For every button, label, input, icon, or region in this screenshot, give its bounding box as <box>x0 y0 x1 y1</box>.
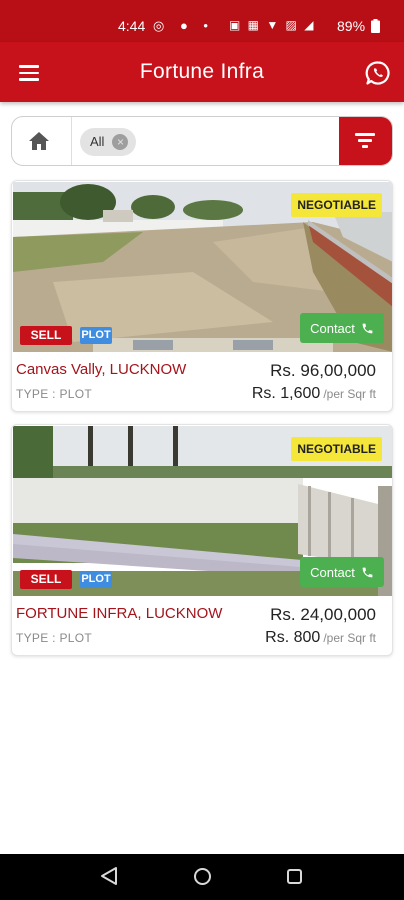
listing-type: TYPE : PLOT <box>16 631 92 645</box>
battery-level: 89% <box>337 18 380 34</box>
system-nav-bar <box>0 854 404 900</box>
sell-badge: SELL <box>20 570 72 589</box>
listing-rate: Rs. 800/per Sqr ft <box>265 629 376 647</box>
contact-button[interactable]: Contact <box>300 313 384 343</box>
home-button[interactable] <box>12 117 72 165</box>
app-title: Fortune Infra <box>139 60 265 83</box>
system-status-icons: ▣ ▦ ▼ ▨ ◢ <box>229 18 316 32</box>
chip-label: All <box>90 134 105 149</box>
negotiable-badge: NEGOTIABLE <box>291 193 382 217</box>
contact-button[interactable]: Contact <box>300 557 384 587</box>
contact-label: Contact <box>310 564 355 580</box>
recent-square-icon[interactable] <box>286 868 303 885</box>
listing-card[interactable]: NEGOTIABLE SELL PLOT Contact FORTUNE INF… <box>11 424 393 656</box>
home-icon <box>29 132 49 150</box>
contact-label: Contact <box>310 320 355 336</box>
listing-type: TYPE : PLOT <box>16 387 92 401</box>
phone-icon <box>362 567 373 577</box>
notification-icons: ◎ ● • <box>153 18 214 33</box>
rate-unit: /per Sqr ft <box>323 631 376 645</box>
chip-close-icon[interactable]: × <box>112 134 129 150</box>
battery-icon <box>370 19 380 33</box>
filter-icon-line <box>358 139 372 142</box>
phone-icon <box>362 323 373 333</box>
plot-badge: PLOT <box>80 327 112 344</box>
listing-rate: Rs. 1,600/per Sqr ft <box>252 385 376 403</box>
status-time: 4:44 <box>118 18 146 34</box>
battery-percent: 89% <box>337 18 366 34</box>
rate-value: Rs. 800 <box>265 629 321 646</box>
listing-title: Canvas Vally, LUCKNOW <box>16 361 187 378</box>
filter-chip-all[interactable]: All × <box>80 128 137 156</box>
plot-badge: PLOT <box>80 571 112 588</box>
rate-unit: /per Sqr ft <box>323 387 376 401</box>
listing-price: Rs. 24,00,000 <box>270 605 376 624</box>
rate-value: Rs. 1,600 <box>251 385 321 402</box>
whatsapp-icon[interactable] <box>365 60 391 86</box>
app-bar: Fortune Infra <box>0 42 404 102</box>
sell-badge: SELL <box>20 326 72 345</box>
back-triangle-icon[interactable] <box>100 866 118 886</box>
home-circle-icon[interactable] <box>193 867 212 886</box>
filter-button[interactable] <box>339 117 392 165</box>
filter-icon <box>355 133 375 136</box>
listing-price: Rs. 96,00,000 <box>270 361 376 380</box>
filter-bar: All × <box>11 116 393 166</box>
listing-card[interactable]: NEGOTIABLE SELL PLOT Contact Canvas Vall… <box>11 180 393 412</box>
filter-icon-line <box>362 145 368 148</box>
status-bar: 4:44 ◎ ● • ▣ ▦ ▼ ▨ ◢ 89% <box>0 0 404 42</box>
listing-title: FORTUNE INFRA, LUCKNOW <box>16 605 223 622</box>
negotiable-badge: NEGOTIABLE <box>291 437 382 461</box>
